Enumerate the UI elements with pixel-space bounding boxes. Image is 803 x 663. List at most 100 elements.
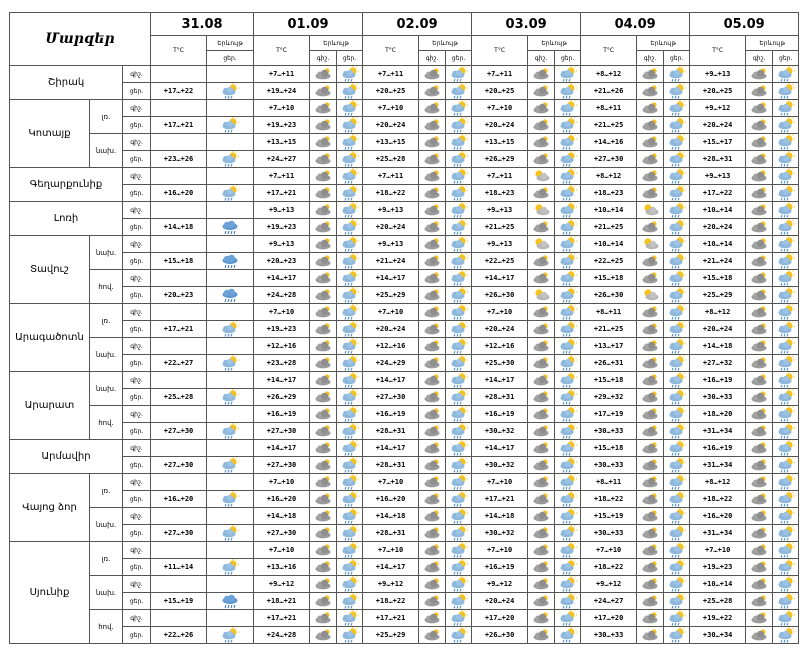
temperature: +29…+32 — [580, 388, 638, 406]
sun-rain-icon — [556, 576, 580, 592]
temperature: +26…+30 — [471, 626, 529, 644]
sun-rain-icon — [665, 389, 689, 405]
temperature: +28…+31 — [362, 456, 420, 474]
time-of-day: ցեր. — [121, 82, 152, 100]
temperature: +25…+28 — [689, 592, 747, 610]
temperature: +9…+12 — [580, 575, 638, 593]
cloud-icon — [311, 118, 336, 133]
sun-rain-icon — [774, 253, 798, 269]
table-row: ցեր. +17…+21 +19…+23 +20…+24 +20…+24 +21…+25 +… — [10, 320, 800, 338]
temperature: +25…+28 — [362, 150, 420, 168]
cloud-icon — [638, 492, 663, 507]
temperature: +9…+13 — [689, 167, 747, 185]
sun-rain-icon — [556, 151, 580, 167]
region-name: Կոտայք — [9, 99, 90, 168]
night-header: գիշ. — [418, 50, 447, 66]
sun-rain-icon — [665, 525, 689, 541]
temperature: +15…+17 — [689, 133, 747, 151]
temperature — [150, 201, 208, 219]
sun-rain-icon — [338, 627, 362, 643]
cloud-icon — [420, 84, 445, 99]
temperature: +16…+20 — [150, 184, 208, 202]
sun-rain-icon — [665, 287, 689, 303]
night-header: գիշ. — [309, 50, 338, 66]
temperature: +20…+24 — [471, 116, 529, 134]
temperature: +8…+12 — [580, 167, 638, 185]
temperature: +27…+32 — [689, 354, 747, 372]
temperature: +31…+34 — [689, 456, 747, 474]
table-row: ցեր. +17…+21 +19…+23 +20…+24 +20…+24 +21…+25 +… — [10, 116, 800, 134]
sun-rain-icon — [447, 253, 471, 269]
table-row: Շիրակ գիշ. +7…+11 +7…+11 +7…+11 +8…+12 +9…+13 — [9, 65, 800, 100]
sun-rain-icon — [447, 593, 471, 609]
phenomenon-cell — [206, 133, 255, 151]
cloud-icon — [420, 186, 445, 201]
sun-rain-icon — [665, 610, 689, 626]
sun-rain-icon — [447, 151, 471, 167]
cloud-icon — [420, 390, 445, 405]
sun-rain-icon — [447, 287, 471, 303]
cloud-icon — [638, 169, 663, 184]
sun-rain-icon — [556, 202, 580, 218]
cloud-icon — [638, 152, 663, 167]
time-of-day: գիշ. — [121, 303, 152, 321]
temperature — [150, 167, 208, 185]
sun-rain-icon — [447, 83, 471, 99]
temperature: +24…+27 — [253, 150, 311, 168]
cloud-icon — [638, 135, 663, 150]
temperature: +23…+28 — [253, 354, 311, 372]
table-row: ցեր. +16…+20 +16…+20 +16…+20 +17…+21 +18…+22 +… — [10, 490, 800, 508]
temperature: +21…+26 — [580, 82, 638, 100]
table-row: ցեր. +27…+30 +27…+30 +28…+31 +30…+32 +30…+33 +… — [10, 456, 800, 474]
sun-rain-icon — [774, 338, 798, 354]
sun-rain-icon — [665, 355, 689, 371]
cloud-icon — [747, 135, 772, 150]
region-name: Լոռի — [9, 201, 123, 236]
sun-rain-icon — [338, 151, 362, 167]
sun-rain-icon — [208, 321, 253, 337]
cloud-icon — [747, 203, 772, 218]
time-of-day: ցեր. — [121, 422, 152, 440]
temperature: +14…+17 — [362, 439, 420, 457]
night-header: գիշ. — [527, 50, 556, 66]
date-header: 01.09 — [253, 12, 364, 36]
sun-rain-icon — [774, 542, 798, 558]
temperature — [150, 473, 208, 491]
cloud-icon — [420, 237, 445, 252]
temperature: +21…+25 — [471, 218, 529, 236]
cloud-icon — [747, 169, 772, 184]
sun-rain-icon — [556, 338, 580, 354]
cloud-icon — [529, 254, 554, 269]
sun-rain-icon — [338, 168, 362, 184]
cloud-icon — [747, 492, 772, 507]
temperature: +30…+33 — [580, 626, 638, 644]
sun-rain-icon — [665, 185, 689, 201]
cloud-icon — [529, 390, 554, 405]
temperature: +7…+10 — [580, 541, 638, 559]
cloud-icon — [747, 118, 772, 133]
temperature: +30…+32 — [471, 422, 529, 440]
sun-rain-icon — [556, 253, 580, 269]
sun-rain-icon — [774, 593, 798, 609]
temperature: +20…+25 — [362, 82, 420, 100]
sun-rain-icon — [447, 457, 471, 473]
time-of-day: գիշ. — [121, 371, 152, 389]
temperature: +27…+30 — [150, 524, 208, 542]
table-row: Արագածոտն լռ. գիշ. +7…+10 +7…+10 +7…+10 +8…+11… — [9, 303, 800, 372]
cloud-icon — [747, 441, 772, 456]
phenomenon-header: Երևույթ — [745, 35, 800, 51]
cloud-icon — [420, 254, 445, 269]
temperature: +9…+13 — [689, 65, 747, 83]
temperature: +7…+10 — [362, 99, 420, 117]
temperature: +19…+23 — [689, 558, 747, 576]
sun-rain-icon — [338, 576, 362, 592]
sun-rain-icon — [774, 287, 798, 303]
cloud-icon — [311, 458, 336, 473]
sun-rain-icon — [665, 559, 689, 575]
cloud-icon — [747, 271, 772, 286]
sun-rain-icon — [774, 83, 798, 99]
sun-rain-icon — [338, 66, 362, 82]
zone-label: նախ. — [89, 133, 123, 168]
time-of-day: ցեր. — [121, 592, 152, 610]
table-row: ցեր. +20…+23 +24…+28 +25…+29 +26…+30 +26…+30 +… — [10, 286, 800, 304]
